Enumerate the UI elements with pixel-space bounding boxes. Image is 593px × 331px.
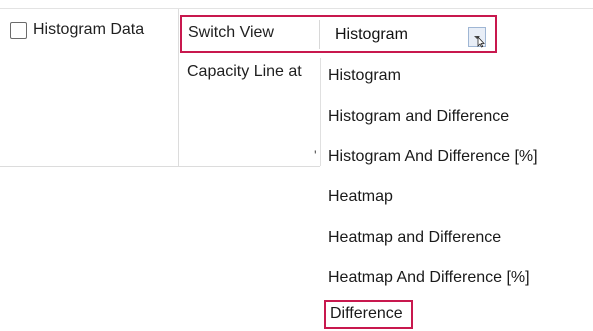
option-histogram[interactable]: Histogram [328, 61, 401, 91]
switch-view-dropdown: Histogram Histogram and Difference Histo… [321, 58, 593, 331]
option-difference[interactable]: Difference [324, 300, 413, 329]
option-heatmap[interactable]: Heatmap [328, 182, 393, 212]
option-heatmap-and-difference-percent[interactable]: Heatmap And Difference [%] [328, 263, 530, 293]
histogram-data-label: Histogram Data [33, 21, 145, 38]
histogram-data-option[interactable]: Histogram Data [10, 20, 144, 40]
top-divider [0, 8, 593, 9]
column-divider [178, 9, 179, 167]
switch-view-combobox[interactable]: Histogram [335, 25, 408, 45]
capacity-line-label: Capacity Line at [187, 63, 302, 80]
option-histogram-and-difference-percent[interactable]: Histogram And Difference [%] [328, 142, 538, 172]
combo-dropdown-button[interactable] [468, 27, 486, 48]
option-heatmap-and-difference[interactable]: Heatmap and Difference [328, 223, 501, 253]
switch-view-row: Switch View Histogram [180, 15, 497, 53]
histogram-data-checkbox[interactable] [10, 21, 27, 39]
switch-view-label: Switch View [188, 24, 274, 41]
panel-bottom-divider [0, 166, 320, 167]
option-histogram-and-difference[interactable]: Histogram and Difference [328, 102, 509, 132]
mouse-pointer-icon [477, 35, 485, 48]
hidden-text-fragment: ' [314, 147, 317, 163]
combo-divider [319, 20, 320, 49]
